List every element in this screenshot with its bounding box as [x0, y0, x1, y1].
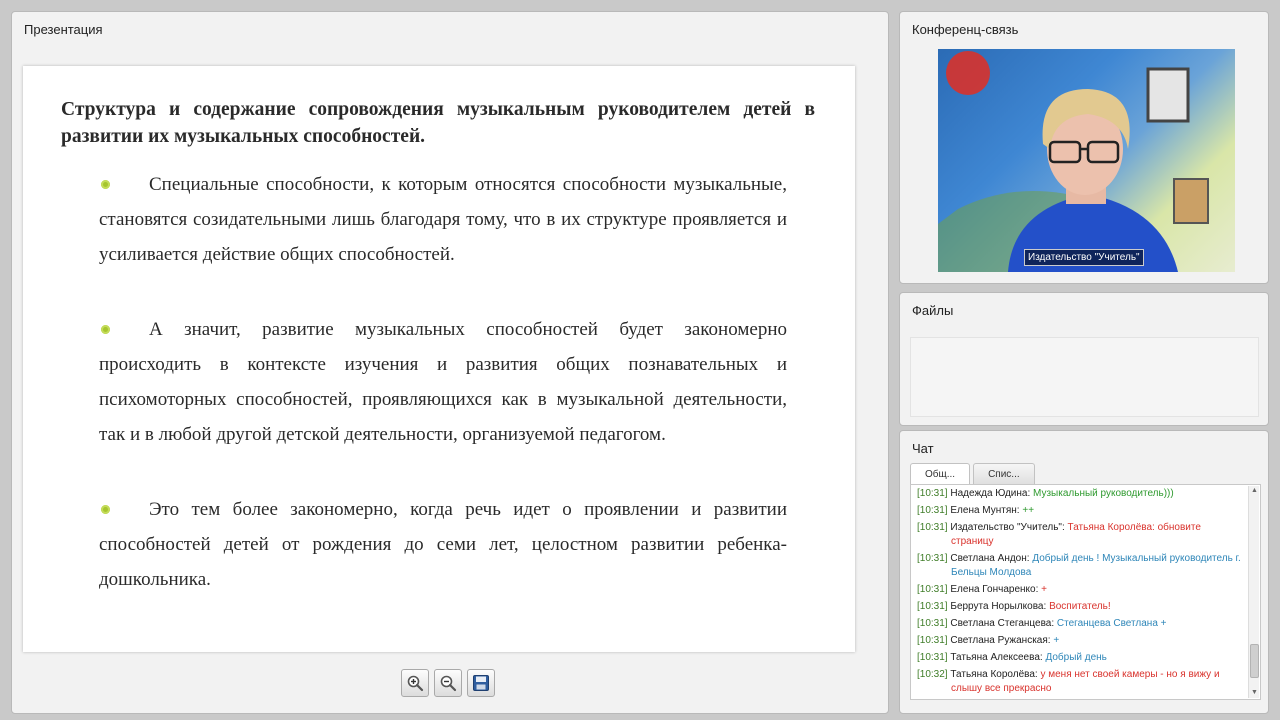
- chat-message-author: Светлана Андон:: [950, 553, 1030, 564]
- chat-message-time: [10:31]: [917, 584, 948, 595]
- chat-message-list: [10:31] Надежда Юдина: Музыкальный руков…: [911, 485, 1260, 696]
- presentation-toolbar: [401, 669, 495, 697]
- zoom-in-button[interactable]: [401, 669, 429, 697]
- slide-bullet: Специальные способности, к которым относ…: [99, 174, 787, 265]
- slide-bullet: Это тем более закономерно, когда речь ид…: [99, 499, 787, 590]
- chat-message-time: [10:32]: [917, 669, 948, 680]
- chat-message-text: Воспитатель!: [1049, 601, 1111, 612]
- chat-message-time: [10:31]: [917, 635, 948, 646]
- video-label: Издательство "Учитель": [1024, 249, 1144, 266]
- files-title: Файлы: [912, 303, 954, 318]
- chat-message-time: [10:31]: [917, 488, 948, 499]
- chat-message-author: Беррута Норылкова:: [950, 601, 1047, 612]
- chat-message: [10:32] Татьяна Королёва: у меня нет сво…: [917, 668, 1244, 696]
- chat-message-author: Светлана Ружанская:: [950, 635, 1051, 646]
- video-feed: Издательство "Учитель": [938, 49, 1235, 272]
- chat-message-time: [10:31]: [917, 522, 948, 533]
- chat-message-text: Добрый день: [1045, 652, 1107, 663]
- chat-message: [10:31] Светлана Андон: Добрый день ! Му…: [917, 552, 1244, 580]
- chat-message-text: +: [1053, 635, 1060, 646]
- chat-message-author: Надежда Юдина:: [950, 488, 1031, 499]
- zoom-out-button[interactable]: [434, 669, 462, 697]
- chat-message-author: Елена Гончаренко:: [950, 584, 1039, 595]
- slide: Структура и содержание сопровождения муз…: [23, 66, 855, 652]
- chat-tabs: Общ... Спис...: [910, 463, 1035, 485]
- chat-message-time: [10:31]: [917, 553, 948, 564]
- scroll-thumb[interactable]: [1250, 644, 1259, 678]
- chat-message: [10:31] Беррута Норылкова: Воспитатель!: [917, 600, 1244, 614]
- chat-message-author: Издательство "Учитель":: [950, 522, 1065, 533]
- chat-message-text: Музыкальный руководитель))): [1033, 488, 1174, 499]
- zoom-in-icon: [407, 675, 424, 692]
- tab-general[interactable]: Общ...: [910, 463, 971, 485]
- chat-message-author: Татьяна Королёва:: [950, 669, 1038, 680]
- slide-bullet: А значит, развитие музыкальных способнос…: [99, 319, 787, 445]
- chat-title: Чат: [912, 441, 934, 456]
- chat-log[interactable]: [10:31] Надежда Юдина: Музыкальный руков…: [910, 484, 1261, 700]
- chat-message-text: +: [1041, 584, 1048, 595]
- save-button[interactable]: [467, 669, 495, 697]
- chat-message-text: Стеганцева Светлана +: [1056, 618, 1167, 629]
- presentation-panel: Презентация Структура и содержание сопро…: [11, 11, 889, 714]
- zoom-out-icon: [440, 675, 457, 692]
- chat-panel: Чат Общ... Спис... [10:31] Надежда Юдина…: [899, 430, 1269, 714]
- chat-scrollbar[interactable]: ▲ ▼: [1248, 486, 1259, 698]
- chat-message-time: [10:31]: [917, 652, 948, 663]
- chat-message-text: ++: [1022, 505, 1035, 516]
- chat-message: [10:31] Елена Гончаренко: +: [917, 583, 1244, 597]
- files-panel: Файлы: [899, 292, 1269, 426]
- chat-message: [10:31] Надежда Юдина: Музыкальный руков…: [917, 487, 1244, 501]
- scroll-up-icon[interactable]: ▲: [1250, 486, 1259, 496]
- chat-message-author: Татьяна Алексеева:: [950, 652, 1043, 663]
- chat-message: [10:31] Светлана Ружанская: +: [917, 634, 1244, 648]
- chat-message-time: [10:31]: [917, 618, 948, 629]
- chat-message-author: Светлана Стеганцева:: [950, 618, 1055, 629]
- chat-message: [10:31] Издательство "Учитель": Татьяна …: [917, 521, 1244, 549]
- chat-message-time: [10:31]: [917, 505, 948, 516]
- conference-panel: Конференц-связь Издательство "Учитель": [899, 11, 1269, 284]
- tab-participants[interactable]: Спис...: [973, 463, 1035, 485]
- conference-title: Конференц-связь: [912, 22, 1019, 37]
- chat-message: [10:31] Елена Мунтян: ++: [917, 504, 1244, 518]
- presentation-title: Презентация: [24, 22, 103, 37]
- chat-message-author: Елена Мунтян:: [950, 505, 1020, 516]
- chat-message: [10:31] Светлана Стеганцева: Стеганцева …: [917, 617, 1244, 631]
- video-person-image: [938, 51, 1209, 272]
- scroll-down-icon[interactable]: ▼: [1250, 688, 1259, 698]
- save-icon: [473, 675, 489, 691]
- chat-message-time: [10:31]: [917, 601, 948, 612]
- chat-message: [10:31] Татьяна Алексеева: Добрый день: [917, 651, 1244, 665]
- slide-heading: Структура и содержание сопровождения муз…: [61, 99, 815, 147]
- files-list[interactable]: [910, 337, 1259, 417]
